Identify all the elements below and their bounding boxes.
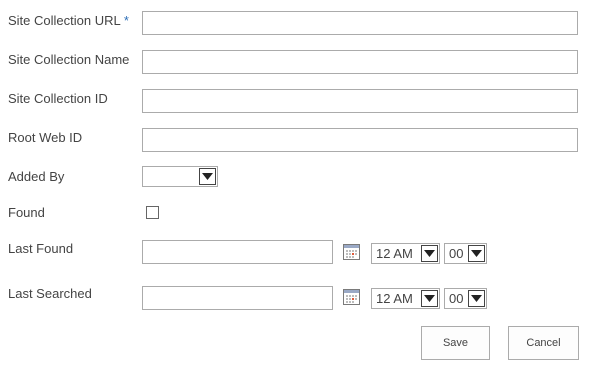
root-web-id-label: Root Web ID: [8, 130, 83, 145]
found-checkbox[interactable]: [146, 206, 159, 219]
last-searched-minute-value: 00: [449, 291, 464, 306]
last-found-hour-select[interactable]: 12 AM: [371, 243, 440, 264]
last-found-hour-value: 12 AM: [376, 246, 413, 261]
chevron-down-icon[interactable]: [199, 168, 216, 185]
last-searched-minute-select[interactable]: 00: [444, 288, 487, 309]
cancel-button[interactable]: Cancel: [508, 326, 579, 360]
root-web-id-input[interactable]: [142, 128, 578, 152]
found-label: Found: [8, 205, 45, 220]
last-found-minute-select[interactable]: 00: [444, 243, 487, 264]
site-collection-url-label-text: Site Collection URL: [8, 13, 121, 28]
chevron-down-icon[interactable]: [468, 290, 485, 307]
last-searched-hour-value: 12 AM: [376, 291, 413, 306]
save-button[interactable]: Save: [421, 326, 490, 360]
chevron-down-icon[interactable]: [421, 290, 438, 307]
site-collection-name-input[interactable]: [142, 50, 578, 74]
required-marker: *: [123, 13, 129, 28]
added-by-select[interactable]: [142, 166, 218, 187]
last-searched-date-input[interactable]: [142, 286, 333, 310]
last-found-label: Last Found: [8, 241, 74, 256]
chevron-down-icon[interactable]: [421, 245, 438, 262]
chevron-down-icon[interactable]: [468, 245, 485, 262]
last-searched-hour-select[interactable]: 12 AM: [371, 288, 440, 309]
added-by-label: Added By: [8, 169, 65, 184]
last-found-minute-value: 00: [449, 246, 464, 261]
site-collection-name-label: Site Collection Name: [8, 52, 130, 67]
site-collection-url-input[interactable]: [142, 11, 578, 35]
site-collection-id-input[interactable]: [142, 89, 578, 113]
last-searched-label: Last Searched: [8, 286, 92, 301]
last-found-date-input[interactable]: [142, 240, 333, 264]
site-collection-id-label: Site Collection ID: [8, 91, 108, 106]
calendar-icon[interactable]: [343, 244, 360, 260]
site-collection-url-label: Site Collection URL *: [8, 13, 129, 29]
calendar-icon[interactable]: [343, 289, 360, 305]
